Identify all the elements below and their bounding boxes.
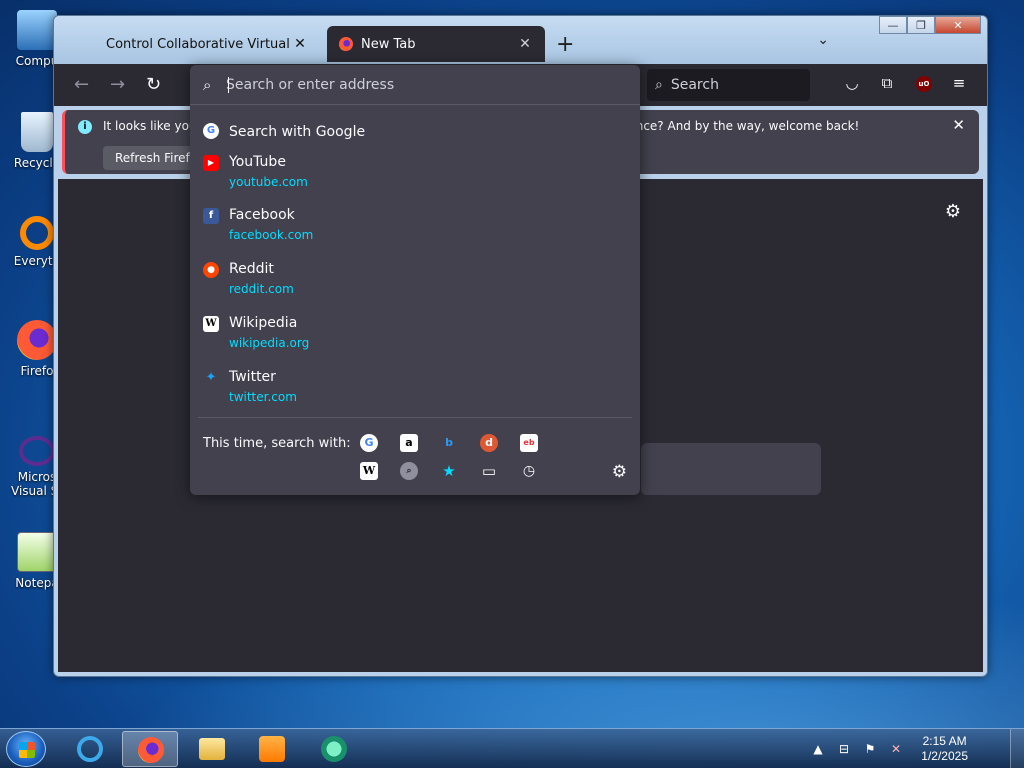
clock-date: 1/2/2025 xyxy=(921,749,968,763)
bookmarks-star-icon[interactable]: ★ xyxy=(440,462,458,480)
reload-button[interactable]: ↻ xyxy=(146,74,161,95)
taskbar: ▲ ⊟ ⚑ ✕ 2:15 AM 1/2/2025 xyxy=(0,728,1024,768)
result-youtube[interactable]: ▶ YouTube youtube.com xyxy=(198,149,632,199)
list-all-tabs-icon[interactable]: ⌄ xyxy=(817,32,829,48)
media-player-icon xyxy=(259,736,285,762)
result-url: reddit.com xyxy=(229,282,294,296)
visual-studio-icon xyxy=(19,436,55,466)
result-title: Search with Google xyxy=(229,124,366,140)
pocket-icon[interactable]: ◡ xyxy=(842,74,862,94)
taskbar-file-explorer[interactable] xyxy=(184,731,240,767)
result-title: Twitter xyxy=(229,369,276,385)
title-bar: — ❐ ✕ Control Collaborative Virtual Mach… xyxy=(54,16,987,64)
folder-icon xyxy=(199,738,225,760)
clock[interactable]: 2:15 AM 1/2/2025 xyxy=(921,734,968,764)
network-icon[interactable]: ⊟ xyxy=(836,742,852,756)
result-url: facebook.com xyxy=(229,228,314,242)
tab-new-tab[interactable]: New Tab ✕ xyxy=(327,26,545,62)
show-hidden-icons-icon[interactable]: ▲ xyxy=(810,742,826,756)
app-menu-icon[interactable]: ≡ xyxy=(949,74,969,94)
reddit-icon: ● xyxy=(203,262,219,278)
amazon-icon[interactable]: a xyxy=(400,434,418,452)
extensions-icon[interactable]: ⧉ xyxy=(877,74,897,94)
action-center-flag-icon[interactable]: ⚑ xyxy=(862,742,878,756)
start-button[interactable] xyxy=(6,731,46,767)
window-controls: — ❐ ✕ xyxy=(879,16,981,34)
firefox-tab-icon xyxy=(339,37,353,51)
system-tray: ▲ ⊟ ⚑ ✕ xyxy=(810,733,904,765)
close-window-button[interactable]: ✕ xyxy=(935,16,981,34)
close-notification-icon[interactable]: ✕ xyxy=(952,116,965,134)
notification-text-end: ience? And by the way, welcome back! xyxy=(625,119,860,133)
internet-explorer-icon xyxy=(77,736,103,762)
clock-time: 2:15 AM xyxy=(922,734,967,748)
everything-search-icon xyxy=(20,216,54,250)
wikipedia-icon[interactable]: W xyxy=(360,462,378,480)
volume-muted-icon[interactable]: ✕ xyxy=(888,742,904,756)
tab-control-collaborative[interactable]: Control Collaborative Virtual Machi ✕ xyxy=(94,26,320,62)
search-bar[interactable]: ⌕ Search xyxy=(647,69,810,101)
firefox-icon xyxy=(17,320,57,360)
history-clock-icon[interactable]: ◷ xyxy=(520,462,538,480)
wikipedia-icon: W xyxy=(203,316,219,332)
result-url: wikipedia.org xyxy=(229,336,310,350)
info-icon: i xyxy=(78,120,92,134)
result-title: YouTube xyxy=(229,154,286,170)
twitter-icon: ✦ xyxy=(205,370,217,385)
new-tab-button[interactable]: + xyxy=(556,32,574,57)
taskbar-app[interactable] xyxy=(306,731,362,767)
taskbar-internet-explorer[interactable] xyxy=(62,731,118,767)
notepad-plus-icon xyxy=(17,532,57,572)
result-title: Wikipedia xyxy=(229,315,298,331)
google-icon: G xyxy=(203,123,219,139)
minimize-button[interactable]: — xyxy=(879,16,907,34)
new-tab-settings-gear-icon[interactable]: ⚙ xyxy=(945,201,961,222)
tab-title: New Tab xyxy=(361,36,416,52)
taskbar-media-player[interactable] xyxy=(244,731,300,767)
urlbar-input-row: ⌕ xyxy=(190,65,640,105)
show-desktop-button[interactable] xyxy=(1010,729,1024,768)
result-url: twitter.com xyxy=(229,390,297,404)
windows-logo-icon xyxy=(19,742,35,758)
tabs-icon[interactable]: ▭ xyxy=(480,462,498,480)
results-divider xyxy=(198,417,632,418)
result-twitter[interactable]: ✦ Twitter twitter.com xyxy=(198,364,632,414)
tab-title: Control Collaborative Virtual Machi xyxy=(106,36,292,52)
urlbar-dropdown: ⌕ G Search with Google ▶ YouTube youtube… xyxy=(190,65,640,495)
recycle-bin-icon xyxy=(21,112,53,152)
search-bar-placeholder: Search xyxy=(670,77,719,93)
close-tab-icon[interactable]: ✕ xyxy=(517,36,533,52)
ebay-icon[interactable]: eb xyxy=(520,434,538,452)
one-off-search-label: This time, search with: xyxy=(203,436,351,451)
firefox-icon xyxy=(138,737,164,763)
address-input[interactable] xyxy=(226,73,626,97)
facebook-icon: f xyxy=(203,208,219,224)
maximize-button[interactable]: ❐ xyxy=(907,16,935,34)
result-facebook[interactable]: f Facebook facebook.com xyxy=(198,202,632,252)
result-url: youtube.com xyxy=(229,175,308,189)
app-icon xyxy=(321,736,347,762)
computer-icon xyxy=(17,10,57,50)
search-icon: ⌕ xyxy=(203,76,212,94)
close-tab-icon[interactable]: ✕ xyxy=(292,36,308,52)
bing-icon[interactable]: b xyxy=(440,434,458,452)
search-settings-gear-icon[interactable]: ⚙ xyxy=(612,462,627,482)
search-with-google-row[interactable]: G Search with Google xyxy=(198,117,632,145)
search-engine-icon[interactable]: ⌕ xyxy=(400,462,418,480)
google-icon[interactable]: G xyxy=(360,434,378,452)
new-tab-search-box[interactable] xyxy=(641,443,821,495)
result-wikipedia[interactable]: W Wikipedia wikipedia.org xyxy=(198,310,632,360)
result-reddit[interactable]: ● Reddit reddit.com xyxy=(198,256,632,306)
search-icon: ⌕ xyxy=(655,77,663,93)
duckduckgo-icon[interactable]: d xyxy=(480,434,498,452)
result-title: Reddit xyxy=(229,261,274,277)
text-caret xyxy=(228,77,229,93)
result-title: Facebook xyxy=(229,207,295,223)
youtube-icon: ▶ xyxy=(203,155,219,171)
back-button[interactable]: ← xyxy=(74,74,89,95)
ublock-origin-icon[interactable]: uO xyxy=(916,76,932,92)
forward-button[interactable]: → xyxy=(110,74,125,95)
taskbar-firefox[interactable] xyxy=(122,731,178,767)
notification-text-start: It looks like you l xyxy=(103,119,204,133)
